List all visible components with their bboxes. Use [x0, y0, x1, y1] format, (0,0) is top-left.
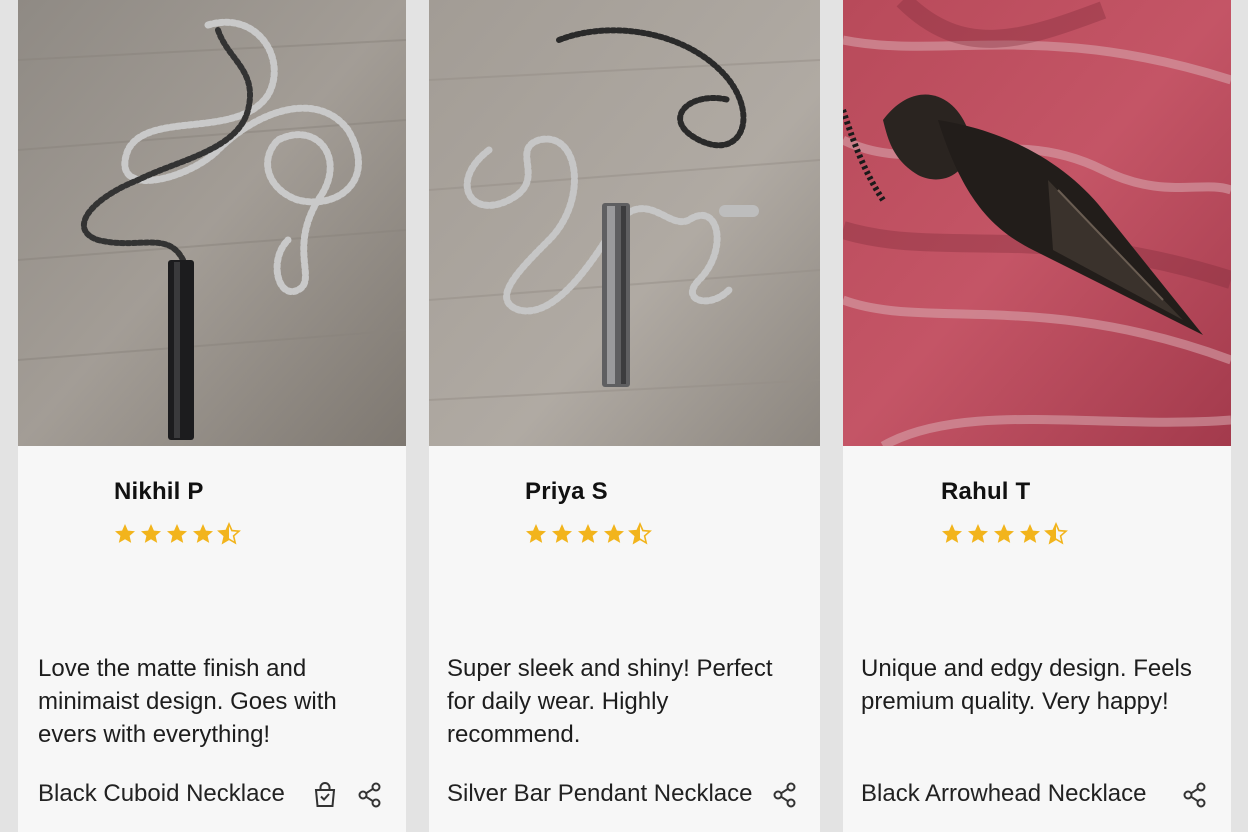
star-full-icon [994, 524, 1014, 543]
shopping-bag-icon[interactable] [312, 781, 338, 809]
star-rating [940, 522, 1068, 546]
share-icon[interactable] [772, 781, 798, 809]
review-card-1[interactable]: Nikhil P Love the matte finish and minim… [18, 0, 406, 832]
star-full-icon [604, 524, 624, 543]
reviewer-name: Priya S [525, 478, 608, 505]
star-full-icon [552, 524, 572, 543]
reviewer-name: Rahul T [941, 478, 1031, 505]
share-icon[interactable] [1182, 781, 1208, 809]
star-full-icon [942, 524, 962, 543]
product-photo-black-cuboid[interactable] [18, 0, 406, 446]
product-name[interactable]: Silver Bar Pendant Necklace [447, 780, 752, 808]
star-full-icon [968, 524, 988, 543]
star-full-icon [526, 524, 546, 543]
product-photo-black-arrowhead[interactable] [843, 0, 1231, 446]
review-text: Love the matte finish and minimaist desi… [38, 655, 337, 748]
star-full-icon [115, 524, 135, 543]
product-name[interactable]: Black Cuboid Necklace [38, 780, 285, 808]
review-card-2[interactable]: Priya S Super sleek and shiny! Perfect f… [429, 0, 820, 832]
star-full-icon [578, 524, 598, 543]
product-name[interactable]: Black Arrowhead Necklace [861, 780, 1146, 808]
star-rating [113, 522, 241, 546]
star-half-icon [1044, 522, 1068, 545]
star-full-icon [193, 524, 213, 543]
star-half-icon [217, 522, 241, 545]
product-photo-silver-bar[interactable] [429, 0, 820, 446]
star-full-icon [141, 524, 161, 543]
share-icon[interactable] [357, 781, 383, 809]
star-full-icon [167, 524, 187, 543]
reviewer-name: Nikhil P [114, 478, 204, 505]
star-rating [524, 522, 652, 546]
star-half-icon [628, 522, 652, 545]
review-card-3[interactable]: Rahul T Unique and edgy design. Feels pr… [843, 0, 1231, 832]
star-full-icon [1020, 524, 1040, 543]
review-text: Unique and edgy design. Feels premium qu… [861, 655, 1192, 715]
review-text: Super sleek and shiny! Perfect for daily… [447, 655, 773, 748]
